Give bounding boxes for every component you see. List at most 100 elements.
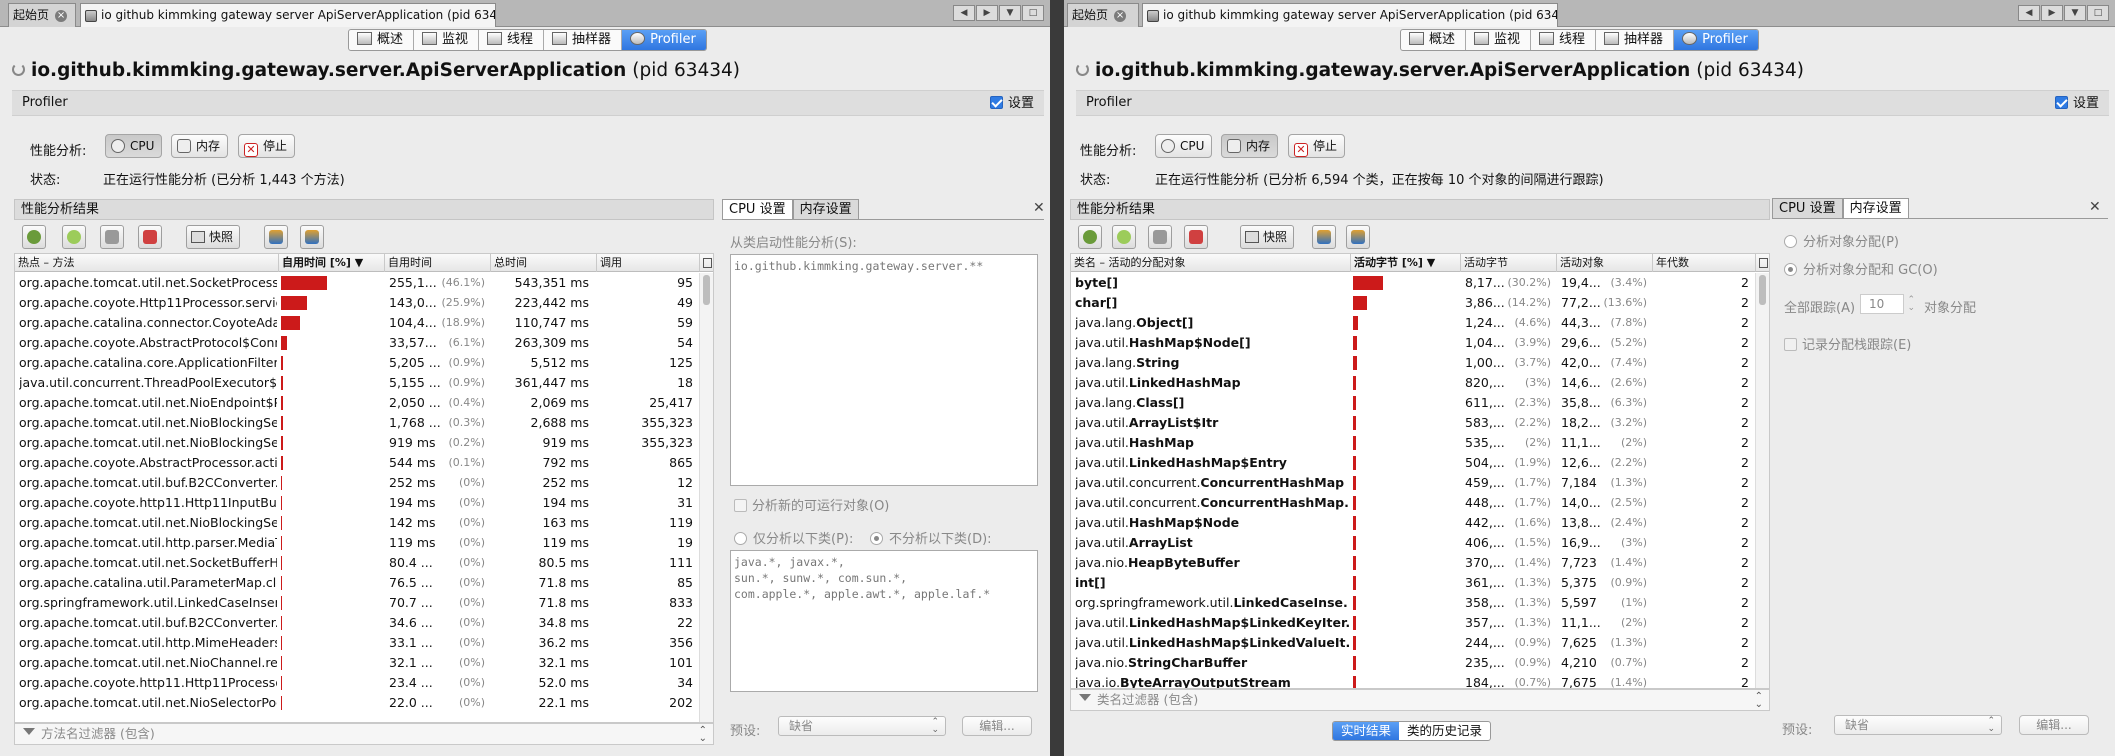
cpu-button[interactable]: CPU: [105, 134, 163, 158]
tab-class-history[interactable]: 类的历史记录: [1399, 722, 1490, 740]
scroll-left-icon[interactable]: ◀: [2018, 5, 2040, 21]
only-classes-radio[interactable]: 仅分析以下类(P):: [734, 528, 853, 547]
column-class-name[interactable]: 类名 – 活动的分配对象: [1071, 254, 1351, 272]
snapshot-button[interactable]: 快照: [1240, 225, 1295, 249]
tab-application[interactable]: io github kimmking gateway server ApiSer…: [1142, 3, 1558, 27]
column-method[interactable]: 热点 – 方法: [15, 254, 279, 272]
table-row[interactable]: java.util.HashMap$Node[] 1,04... (3.9%) 29,…: [1071, 333, 1755, 353]
table-row[interactable]: org.apache.tomcat.util.http.parser.Media…: [15, 533, 699, 553]
heap-dump-button[interactable]: [1184, 225, 1208, 249]
column-generations[interactable]: 年代数: [1653, 254, 1757, 272]
column-self-time[interactable]: 自用时间: [385, 254, 491, 272]
filter-history-icon[interactable]: ⌃ ⌄: [1755, 692, 1763, 710]
table-row[interactable]: java.io.ByteArrayOutputStream 184,... (0.7…: [1071, 673, 1755, 688]
table-row[interactable]: org.apache.tomcat.util.net.NioBlockingSe…: [15, 513, 699, 533]
table-row[interactable]: org.apache.tomcat.util.http.MimeHeaders.…: [15, 633, 699, 653]
table-row[interactable]: org.apache.coyote.AbstractProcessor.acti…: [15, 453, 699, 473]
from-class-textarea[interactable]: io.github.kimmking.gateway.server.**: [730, 254, 1038, 486]
auto-refresh-button[interactable]: [62, 225, 86, 249]
cpu-button[interactable]: CPU: [1155, 134, 1213, 158]
column-self-time-pct[interactable]: 自用时间 [%] ▼: [279, 254, 385, 272]
column-live-bytes-pct[interactable]: 活动字节 [%] ▼: [1351, 254, 1461, 272]
tab-overview[interactable]: 概述: [1401, 30, 1467, 50]
table-row[interactable]: java.util.HashMap 535,... (2%) 11,1... (2%) 2: [1071, 433, 1755, 453]
scrollbar-thumb[interactable]: [1759, 275, 1766, 305]
table-row[interactable]: java.util.ArrayList 406,... (1.5%) 16,9... (…: [1071, 533, 1755, 553]
tab-monitor[interactable]: 监视: [1466, 30, 1532, 50]
table-row[interactable]: org.apache.tomcat.util.net.NioSelectorPo…: [15, 693, 699, 713]
table-row[interactable]: org.apache.tomcat.util.net.NioBlockingSe…: [15, 433, 699, 453]
alloc-only-radio[interactable]: 分析对象分配(P): [1784, 231, 1899, 250]
track-interval-spinner[interactable]: 10 ⌃ ⌄: [1860, 294, 1915, 314]
edit-preset-button[interactable]: 编辑...: [2019, 715, 2089, 735]
table-row[interactable]: java.util.LinkedHashMap$LinkedKeyIter...…: [1071, 613, 1755, 633]
table-row[interactable]: java.util.LinkedHashMap$Entry 504,... (1.9…: [1071, 453, 1755, 473]
table-row[interactable]: org.apache.tomcat.util.net.SocketProcess…: [15, 273, 699, 293]
table-row[interactable]: java.util.concurrent.ConcurrentHashMap 45…: [1071, 473, 1755, 493]
reset-results-button[interactable]: [100, 225, 124, 249]
table-scrollbar[interactable]: [1755, 273, 1769, 688]
table-row[interactable]: org.apache.coyote.Http11Processor.servic…: [15, 293, 699, 313]
table-row[interactable]: org.apache.coyote.http11.Http11Processor…: [15, 673, 699, 693]
settings-checkbox[interactable]: 设置: [989, 96, 1034, 111]
restore-window-icon[interactable]: □: [2087, 5, 2109, 21]
table-row[interactable]: byte[] 8,17... (30.2%) 19,4... (3.4%) 2: [1071, 273, 1755, 293]
method-filter-input[interactable]: 方法名过滤器 (包含) ⌃ ⌄: [14, 723, 714, 745]
filter-history-icon[interactable]: ⌃ ⌄: [699, 726, 707, 744]
exclude-classes-textarea[interactable]: java.*, javax.*, sun.*, sunw.*, com.sun.…: [730, 550, 1038, 692]
memory-button[interactable]: 内存: [1221, 134, 1279, 158]
table-row[interactable]: int[] 361,... (1.3%) 5,375 (0.9%) 2: [1071, 573, 1755, 593]
table-row[interactable]: org.springframework.util.LinkedCaseInse.…: [1071, 593, 1755, 613]
table-row[interactable]: java.util.LinkedHashMap 820,... (3%) 14,6..…: [1071, 373, 1755, 393]
close-icon[interactable]: ×: [55, 9, 68, 22]
table-row[interactable]: java.util.ArrayList$Itr 583,... (2.2%) 18,2…: [1071, 413, 1755, 433]
table-row[interactable]: java.nio.HeapByteBuffer 370,... (1.4%) 7,72…: [1071, 553, 1755, 573]
column-live-objects[interactable]: 活动对象: [1557, 254, 1653, 272]
tab-profiler[interactable]: Profiler: [1674, 30, 1758, 50]
column-chooser-icon[interactable]: [699, 254, 713, 272]
close-icon[interactable]: ✕: [1033, 200, 1045, 216]
table-row[interactable]: org.apache.tomcat.util.net.SocketBufferH…: [15, 553, 699, 573]
tab-cpu-settings[interactable]: CPU 设置: [722, 199, 793, 219]
table-row[interactable]: org.apache.catalina.util.ParameterMap.cl…: [15, 573, 699, 593]
table-row[interactable]: org.springframework.util.LinkedCaseInsen…: [15, 593, 699, 613]
table-row[interactable]: java.lang.Object[] 1,24... (4.6%) 44,3... (7…: [1071, 313, 1755, 333]
memory-button[interactable]: 内存: [171, 134, 229, 158]
table-row[interactable]: java.util.HashMap$Node 442,... (1.6%) 13,8.…: [1071, 513, 1755, 533]
table-row[interactable]: org.apache.tomcat.util.buf.B2CConverter.…: [15, 613, 699, 633]
new-runnable-checkbox[interactable]: 分析新的可运行对象(O): [734, 495, 889, 514]
settings-checkbox[interactable]: 设置: [2054, 96, 2099, 111]
export-button[interactable]: [1346, 225, 1370, 249]
table-row[interactable]: org.apache.tomcat.util.net.NioEndpoint$P…: [15, 393, 699, 413]
table-row[interactable]: java.util.LinkedHashMap$LinkedValueIt...…: [1071, 633, 1755, 653]
table-row[interactable]: org.apache.coyote.http11.Http11InputBuff…: [15, 493, 699, 513]
tab-memory-settings[interactable]: 内存设置: [1842, 198, 1909, 218]
tab-threads[interactable]: 线程: [1531, 30, 1597, 50]
thread-dump-button[interactable]: [138, 225, 162, 249]
column-live-bytes[interactable]: 活动字节: [1461, 254, 1557, 272]
class-filter-input[interactable]: 类名过滤器 (包含) ⌃ ⌄: [1070, 689, 1770, 711]
alloc-gc-radio[interactable]: 分析对象分配和 GC(O): [1784, 259, 1938, 278]
exclude-classes-radio[interactable]: 不分析以下类(D):: [870, 528, 992, 547]
save-image-button[interactable]: [264, 225, 288, 249]
tab-monitor[interactable]: 监视: [414, 30, 480, 50]
close-icon[interactable]: ✕: [2089, 199, 2101, 215]
tab-start-page[interactable]: 起始页 ×: [8, 3, 76, 27]
auto-refresh-button[interactable]: [1112, 225, 1136, 249]
close-icon[interactable]: ×: [1114, 9, 1127, 22]
tab-list-icon[interactable]: ▼: [999, 5, 1021, 21]
update-results-button[interactable]: [22, 225, 46, 249]
edit-preset-button[interactable]: 编辑...: [962, 716, 1032, 736]
tab-sampler[interactable]: 抽样器: [544, 30, 623, 50]
update-results-button[interactable]: [1078, 225, 1102, 249]
stop-button[interactable]: ✕ 停止: [238, 134, 296, 158]
stepper-icon[interactable]: ⌃ ⌄: [1907, 296, 1915, 313]
tab-overview[interactable]: 概述: [349, 30, 415, 50]
table-row[interactable]: org.apache.coyote.AbstractProtocol$Conne…: [15, 333, 699, 353]
table-row[interactable]: org.apache.catalina.core.ApplicationFilt…: [15, 353, 699, 373]
table-row[interactable]: java.lang.String 1,00... (3.7%) 42,0... (7.4…: [1071, 353, 1755, 373]
table-row[interactable]: java.util.concurrent.ConcurrentHashMap..…: [1071, 493, 1755, 513]
table-row[interactable]: org.apache.tomcat.util.buf.B2CConverter.…: [15, 473, 699, 493]
preset-select[interactable]: 缺省 ⌃ ⌄: [1834, 715, 2002, 735]
reset-results-button[interactable]: [1148, 225, 1172, 249]
